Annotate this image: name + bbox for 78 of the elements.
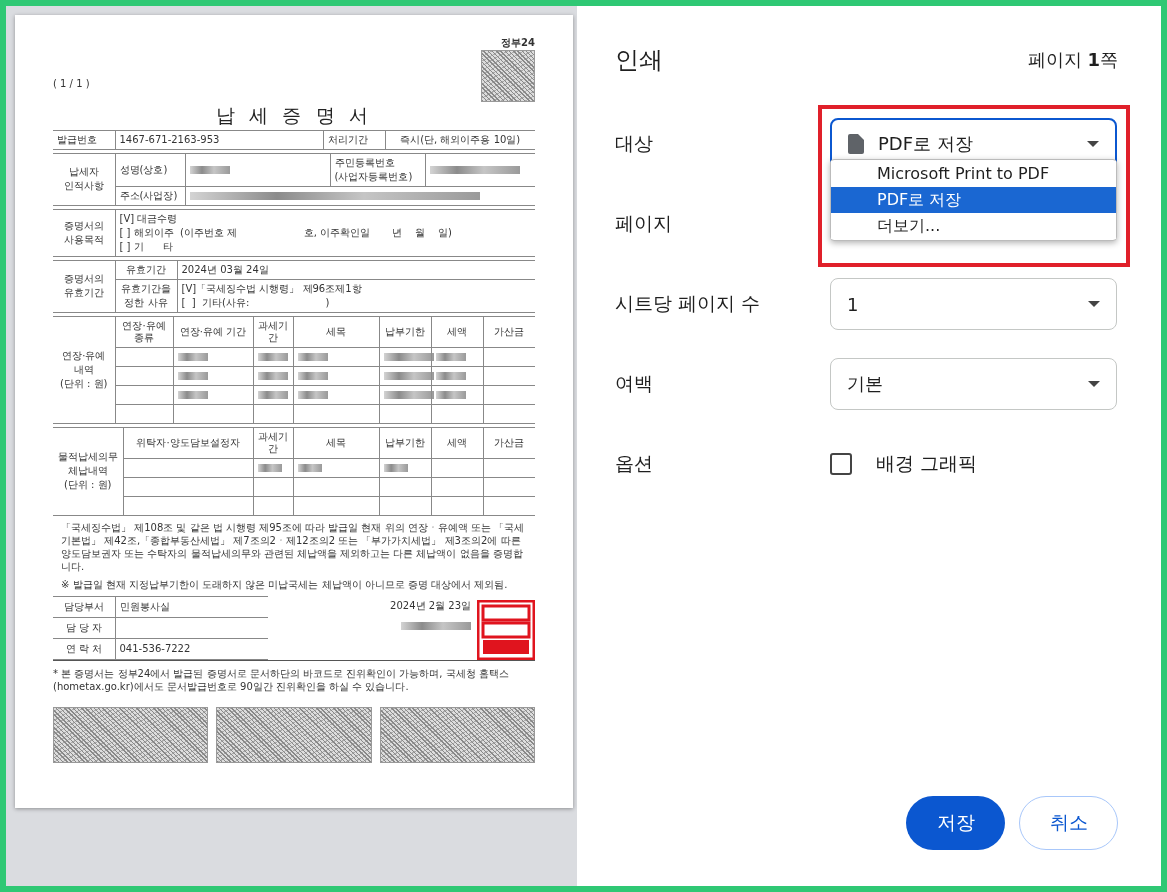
caret-icon xyxy=(1088,381,1100,387)
redacted-block xyxy=(257,371,288,380)
table-cell: 세목 xyxy=(293,427,379,459)
table-cell: 2024년 03월 24일 xyxy=(177,260,535,280)
issue-date: 2024년 2월 23일 xyxy=(390,599,471,612)
table-cell: 연 락 처 xyxy=(53,638,115,660)
save-button[interactable]: 저장 xyxy=(906,796,1005,850)
redacted-block xyxy=(383,463,408,472)
table-cell: [V]「국세징수법 시행령」 제96조제1항 [ ] 기타(사유: ) xyxy=(177,279,535,313)
checkbox[interactable] xyxy=(830,453,852,475)
setting-label: 시트당 페이지 수 xyxy=(615,291,762,316)
table-cell: 담당부서 xyxy=(53,596,115,618)
caret-icon xyxy=(1087,141,1099,147)
table-cell: 세액 xyxy=(431,427,483,459)
table-cell: 과세기간 xyxy=(253,427,293,459)
checkbox-label: 배경 그래픽 xyxy=(876,451,978,476)
redacted-block xyxy=(257,390,288,399)
document-icon xyxy=(848,134,864,154)
redacted-block xyxy=(257,463,282,472)
table-cell: 가산금 xyxy=(483,316,535,348)
page-count: ( 1 / 1 ) xyxy=(53,78,90,90)
table-cell: 납부기한 xyxy=(379,427,431,459)
redacted-block xyxy=(401,621,471,630)
table-cell: 과세기간 xyxy=(253,316,293,348)
table-cell: 민원봉사실 xyxy=(115,596,268,618)
table-cell: 유효기간 xyxy=(115,260,177,280)
table-cell: [V] 대금수령 [ ] 해외이주 (이주번호 제 호, 이주확인일 년 월 일) [ ] 기 타 xyxy=(115,209,535,257)
redacted-block xyxy=(177,352,208,361)
table-cell: 담 당 자 xyxy=(53,617,115,639)
table-cell: 041-536-7222 xyxy=(115,638,268,660)
table-cell: 연장·유예 내역 (단위 : 원) xyxy=(53,316,115,424)
redacted-block xyxy=(297,390,328,399)
table-cell: 주소(사업장) xyxy=(115,186,185,206)
table-cell: 처리기간 xyxy=(323,130,385,150)
table-cell: 세목 xyxy=(293,316,379,348)
redacted-block xyxy=(297,352,328,361)
certification-statement: 「국세징수법」 제108조 및 같은 법 시행령 제95조에 따라 발급일 현재 위의 연장ㆍ유예액 또는 「국세기본법」 제42조,「종합부동산세법」 제7조의2ㆍ제12조의2 또는 「부가가치세법」 제3조의2에 따른 양도담보권자 또는 수탁자의 물적납세의무와 관련된 체납액을 제외하고는 다른 체납액이 없음을 증명합니다. xyxy=(61,520,526,573)
table-cell: 성명(상호) xyxy=(115,153,185,187)
select-field[interactable]: 기본 xyxy=(830,358,1117,410)
qr-label: 정부24 xyxy=(501,37,535,49)
table-cell: 납부기한 xyxy=(379,316,431,348)
redacted-block xyxy=(177,390,208,399)
cancel-button[interactable]: 취소 xyxy=(1019,796,1118,850)
table-cell: 증명서의 사용목적 xyxy=(53,209,115,257)
table-cell: 물적납세의무 체납내역 (단위 : 원) xyxy=(53,427,123,516)
qr-code-drawing xyxy=(481,50,535,102)
table-cell: 납세자 인적사항 xyxy=(53,153,115,206)
table-cell: 증명서의 유효기간 xyxy=(53,260,115,313)
table-cell: 세액 xyxy=(431,316,483,348)
setting-label: 옵션 xyxy=(615,451,654,476)
footnote: * 본 증명서는 정부24에서 발급된 증명서로 문서하단의 바코드로 진위확인이 가능하며, 국세청 홈택스(hometax.go.kr)에서도 문서발급번호로 90일간 진위확인을 하실 수 있습니다. xyxy=(53,666,510,693)
redacted-block xyxy=(297,371,328,380)
note-text: ※ 발급일 현재 지정납부기한이 도래하지 않은 미납국세는 체납액이 아니므로 증명 대상에서 제외됨. xyxy=(61,577,509,591)
table-cell: 유효기간을 정한 사유 xyxy=(115,279,177,313)
dropdown-option[interactable]: 더보기... xyxy=(831,213,1116,239)
document-title: 납 세 증 명 서 xyxy=(215,104,373,127)
table-cell: 즉시(단, 해외이주용 10일) xyxy=(385,130,535,150)
redacted-block xyxy=(189,165,230,174)
page-count: 페이지 1쪽 xyxy=(1027,48,1118,72)
setting-label: 페이지 xyxy=(615,211,673,236)
table-cell: 연장·유예 기간 xyxy=(173,316,253,348)
table-cell: 주민등록번호 (사업자등록번호) xyxy=(330,153,425,187)
redacted-block xyxy=(257,352,288,361)
redacted-block xyxy=(297,463,322,472)
dialog-title: 인쇄 xyxy=(615,45,663,76)
redacted-block xyxy=(177,371,208,380)
dropdown-option[interactable]: PDF로 저장 xyxy=(831,187,1116,213)
setting-label: 대상 xyxy=(615,131,654,156)
table-cell: 위탁자·양도담보설정자 xyxy=(123,427,253,459)
caret-icon xyxy=(1088,301,1100,307)
table-cell: 발급번호 xyxy=(53,130,115,150)
setting-label: 여백 xyxy=(615,371,654,396)
seal-drawing xyxy=(477,599,535,660)
table-cell: 연장·유예 종류 xyxy=(115,316,173,348)
table-cell: 가산금 xyxy=(483,427,535,459)
dropdown-option[interactable]: Microsoft Print to PDF xyxy=(831,161,1116,187)
table-cell: 1467-671-2163-953 xyxy=(115,130,323,150)
select-field[interactable]: 1 xyxy=(830,278,1117,330)
